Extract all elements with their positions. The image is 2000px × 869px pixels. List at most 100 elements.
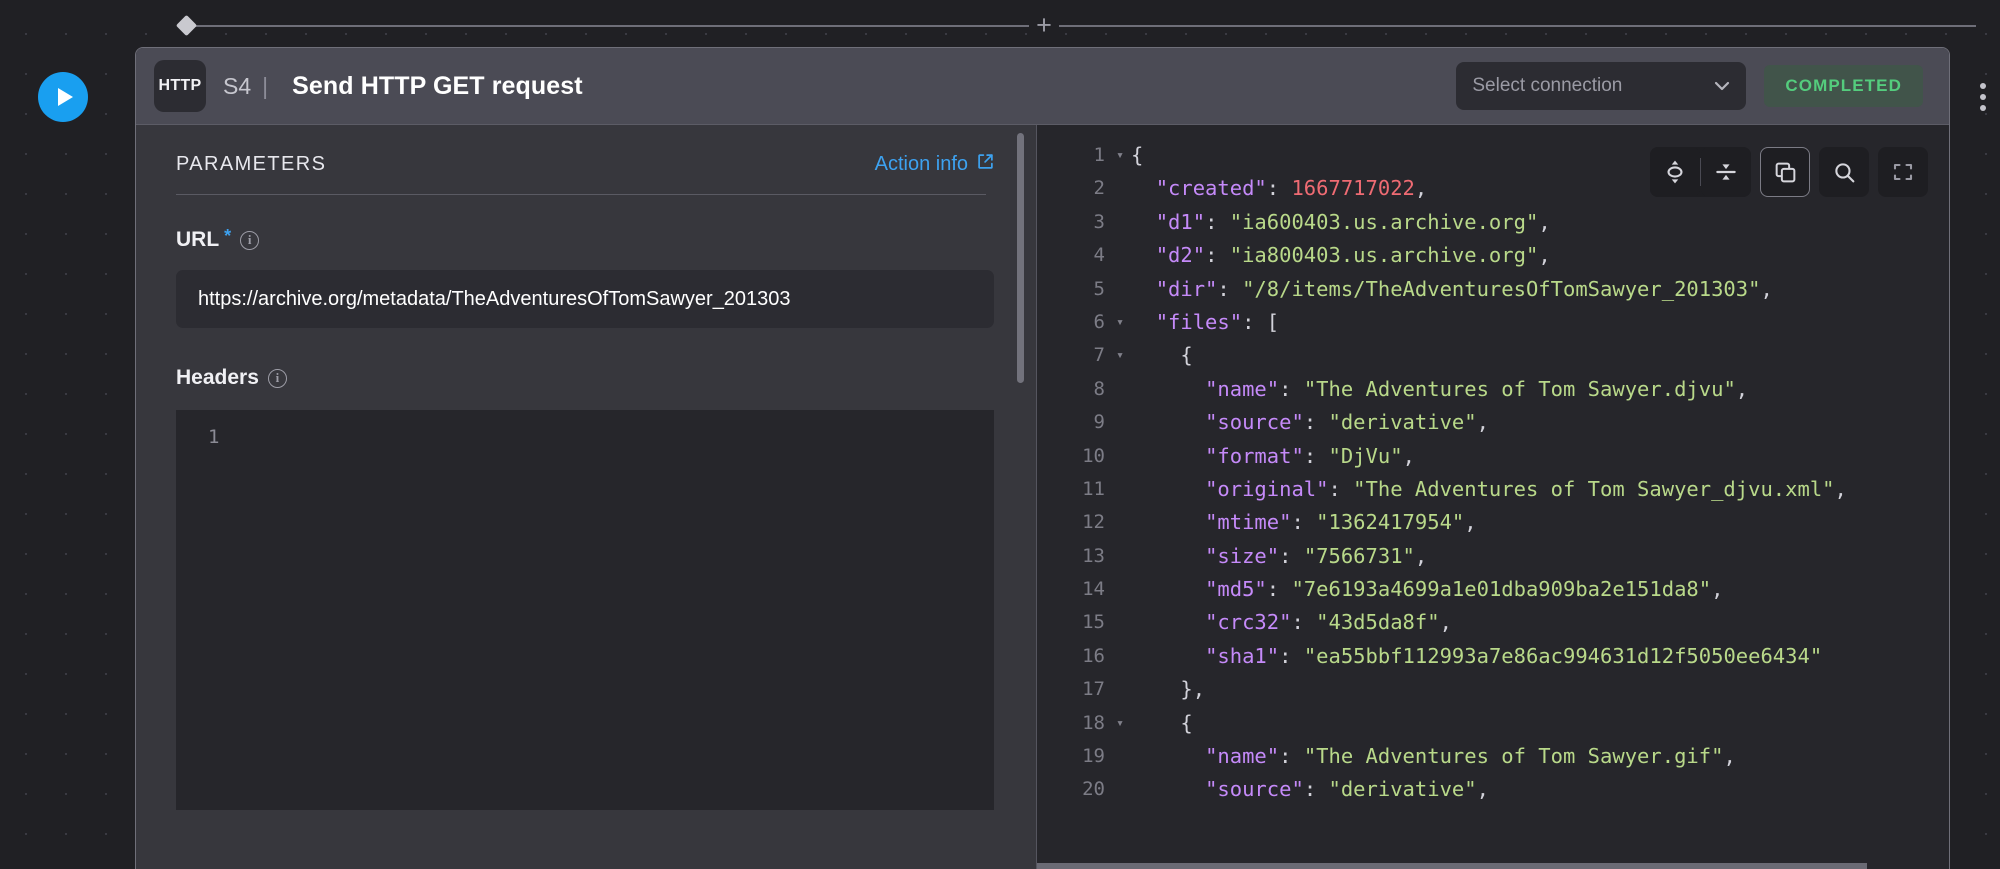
json-line-content: { [1131, 710, 1193, 735]
parameters-heading: PARAMETERS [176, 153, 327, 175]
json-line-number: 8 [1093, 377, 1105, 400]
required-marker: * [224, 225, 232, 246]
headers-code-editor[interactable]: 1 [176, 410, 994, 810]
node-body: PARAMETERS Action info URL * i https://a… [136, 125, 1949, 869]
json-line-content: "sha1": "ea55bbf112993a7e86ac994631d12f5… [1205, 643, 1823, 668]
json-line-content: "crc32": "43d5da8f", [1205, 610, 1452, 635]
headers-label-text: Headers [176, 366, 259, 389]
node-connector-line [186, 25, 1976, 27]
response-json-viewer[interactable]: 1 ▾{2 "created": 1667717022, 3 "d1": "ia60… [1037, 139, 1949, 869]
fullscreen-icon[interactable] [1878, 147, 1928, 197]
kebab-dot [1980, 105, 1986, 111]
json-line: 3 "d1": "ia600403.us.archive.org", [1037, 206, 1949, 239]
fold-toggle-icon[interactable]: ▾ [1109, 139, 1131, 172]
json-line-content: "d2": "ia800403.us.archive.org", [1155, 243, 1551, 268]
expand-collapse-group [1650, 147, 1751, 197]
json-line: 6 ▾ "files": [ [1037, 306, 1949, 339]
chevron-down-icon [1714, 79, 1730, 93]
json-line-content: }, [1131, 677, 1206, 702]
json-line-number: 3 [1093, 210, 1105, 233]
json-line: 7 ▾ { [1037, 339, 1949, 372]
json-line: 4 "d2": "ia800403.us.archive.org", [1037, 239, 1949, 272]
json-line-content: "size": "7566731", [1205, 543, 1428, 568]
kebab-dot [1980, 94, 1986, 100]
kebab-dot [1980, 83, 1986, 89]
http-action-node-card: HTTP S4 | Send HTTP GET request Select c… [135, 47, 1950, 869]
search-icon[interactable] [1819, 147, 1869, 197]
expand-all-icon[interactable] [1650, 147, 1700, 197]
json-line: 11 "original": "The Adventures of Tom Sa… [1037, 473, 1949, 506]
response-horizontal-scrollbar[interactable] [1037, 863, 1867, 869]
play-icon [58, 88, 73, 106]
json-line: 16 "sha1": "ea55bbf112993a7e86ac994631d1… [1037, 640, 1949, 673]
json-line: 18 ▾ { [1037, 707, 1949, 740]
json-line-content: "source": "derivative", [1205, 410, 1489, 435]
external-link-icon [977, 153, 994, 176]
response-toolbar [1650, 147, 1928, 197]
url-input[interactable]: https://archive.org/metadata/TheAdventur… [176, 270, 994, 328]
json-line: 17 }, [1037, 673, 1949, 706]
json-line-number: 7 [1093, 344, 1105, 367]
add-node-button[interactable]: + [1029, 11, 1059, 41]
json-line-number: 1 [1093, 144, 1105, 166]
connection-select[interactable]: Select connection [1456, 62, 1747, 110]
json-line-content: "format": "DjVu", [1205, 443, 1415, 468]
json-line-content: "created": 1667717022, [1155, 176, 1428, 201]
fold-toggle-icon[interactable]: ▾ [1109, 339, 1131, 372]
json-line-number: 17 [1082, 678, 1105, 701]
json-line-content: "original": "The Adventures of Tom Sawye… [1205, 476, 1847, 501]
copy-icon[interactable] [1760, 147, 1810, 197]
json-line-number: 4 [1093, 244, 1105, 267]
json-line-number: 15 [1082, 611, 1105, 634]
json-line-content: { [1131, 343, 1193, 368]
json-line: 5 "dir": "/8/items/TheAdventuresOfTomSaw… [1037, 273, 1949, 306]
json-line-number: 11 [1082, 477, 1105, 500]
run-step-button[interactable] [38, 72, 88, 122]
connector-diamond-handle[interactable] [175, 14, 198, 37]
headers-line-number: 1 [208, 426, 220, 448]
json-line-number: 13 [1082, 544, 1105, 567]
json-line: 10 "format": "DjVu", [1037, 440, 1949, 473]
json-line-number: 2 [1093, 177, 1105, 200]
url-field-label: URL * i [176, 225, 994, 252]
headers-field-label: Headers i [176, 366, 994, 390]
info-icon[interactable]: i [267, 368, 287, 388]
json-line-number: 12 [1082, 511, 1105, 534]
node-title-separator: | [262, 72, 269, 99]
json-line-number: 19 [1082, 745, 1105, 768]
http-type-badge: HTTP [154, 60, 206, 112]
json-line: 8 "name": "The Adventures of Tom Sawyer.… [1037, 373, 1949, 406]
connection-select-value: Select connection [1472, 75, 1623, 96]
json-line-content: "md5": "7e6193a4699a1e01dba909ba2e151da8… [1205, 577, 1724, 602]
json-line-content: { [1131, 143, 1144, 167]
node-header: HTTP S4 | Send HTTP GET request Select c… [136, 48, 1949, 125]
node-options-menu-button[interactable] [1972, 72, 1994, 122]
json-line-number: 16 [1082, 644, 1105, 667]
workflow-canvas: + HTTP S4 | Send HTTP GET request Select… [0, 0, 2000, 869]
json-line: 9 "source": "derivative", [1037, 406, 1949, 439]
fold-toggle-icon[interactable]: ▾ [1109, 306, 1131, 339]
json-line-content: "name": "The Adventures of Tom Sawyer.dj… [1205, 376, 1749, 401]
json-line: 20 "source": "derivative", [1037, 773, 1949, 806]
parameters-pane: PARAMETERS Action info URL * i https://a… [136, 125, 1036, 869]
action-info-link[interactable]: Action info [875, 153, 994, 176]
json-line-number: 18 [1082, 711, 1105, 734]
json-line-number: 6 [1093, 310, 1105, 333]
json-line-number: 5 [1093, 277, 1105, 300]
json-line-content: "mtime": "1362417954", [1205, 510, 1477, 535]
response-json-pane: 1 ▾{2 "created": 1667717022, 3 "d1": "ia60… [1037, 125, 1949, 869]
fold-toggle-icon[interactable]: ▾ [1109, 707, 1131, 740]
json-line-content: "source": "derivative", [1205, 777, 1489, 802]
json-line-number: 14 [1082, 578, 1105, 601]
info-icon[interactable]: i [240, 230, 260, 250]
json-line-number: 20 [1082, 778, 1105, 801]
json-line: 13 "size": "7566731", [1037, 540, 1949, 573]
json-line: 12 "mtime": "1362417954", [1037, 506, 1949, 539]
collapse-all-icon[interactable] [1701, 147, 1751, 197]
json-line: 15 "crc32": "43d5da8f", [1037, 606, 1949, 639]
parameters-scrollbar[interactable] [1017, 133, 1024, 383]
status-badge: COMPLETED [1764, 65, 1923, 107]
json-line-content: "d1": "ia600403.us.archive.org", [1155, 209, 1551, 234]
url-label-text: URL [176, 228, 220, 251]
node-header-actions: Select connection COMPLETED [1456, 62, 1923, 110]
